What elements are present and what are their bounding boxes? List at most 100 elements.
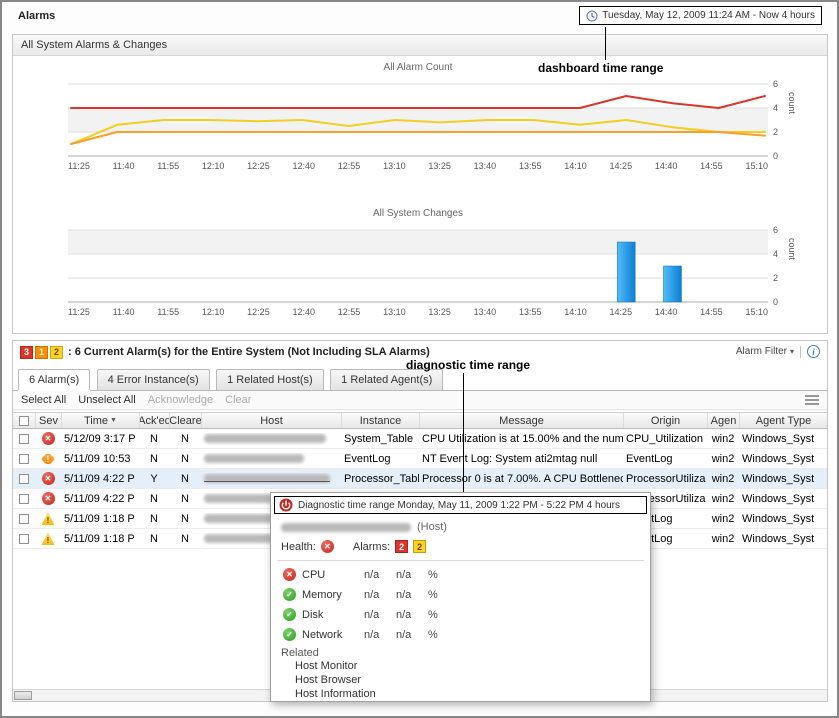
table-row[interactable]: 5/12/09 3:17 P N N System_Table CPU Util… bbox=[13, 429, 827, 449]
col-instance[interactable]: Instance bbox=[341, 413, 419, 428]
row-checkbox[interactable] bbox=[19, 454, 29, 464]
table-row[interactable]: 5/11/09 4:22 P Y N Processor_Tabl Proces… bbox=[13, 469, 827, 489]
col-acked-label: Ack'ed bbox=[139, 415, 169, 427]
annotation-diagnostic-time-range: diagnostic time range bbox=[406, 358, 530, 372]
tab-error-instances[interactable]: 4 Error Instance(s) bbox=[97, 369, 210, 390]
col-agent[interactable]: Agen bbox=[707, 413, 739, 428]
alarm-filter-control[interactable]: Alarm Filter ▾ i bbox=[736, 345, 820, 358]
row-checkbox[interactable] bbox=[19, 494, 29, 504]
x-tick-label: 14:40 bbox=[655, 161, 678, 171]
host-browser-link[interactable]: Host Browser bbox=[295, 674, 650, 687]
metric-value: n/a bbox=[364, 569, 390, 581]
x-tick-label: 13:40 bbox=[474, 161, 497, 171]
col-agent-type[interactable]: Agent Type bbox=[739, 413, 827, 428]
metric-value: n/a bbox=[396, 629, 422, 641]
health-status-icon bbox=[321, 540, 334, 553]
x-tick-label: 11:25 bbox=[68, 161, 90, 171]
unselect-all-button[interactable]: Unselect All bbox=[78, 394, 135, 406]
cell-severity bbox=[35, 454, 61, 464]
info-icon[interactable]: i bbox=[807, 345, 820, 358]
severity-icon bbox=[42, 472, 55, 485]
severity-icon bbox=[42, 532, 55, 545]
metric-unit: % bbox=[428, 589, 438, 601]
metric-value: n/a bbox=[364, 589, 390, 601]
x-tick-label: 12:25 bbox=[247, 161, 270, 171]
clear-button[interactable]: Clear bbox=[225, 394, 251, 406]
col-acked[interactable]: Ack'ed bbox=[139, 413, 169, 428]
row-checkbox[interactable] bbox=[19, 514, 29, 524]
x-tick-label: 14:55 bbox=[700, 161, 723, 171]
x-tick-label: 12:40 bbox=[292, 307, 315, 317]
dashboard-time-range-selector[interactable]: Tuesday, May 12, 2009 11:24 AM - Now 4 h… bbox=[579, 6, 822, 25]
table-row[interactable]: 5/11/09 10:53 N N EventLog NT Event Log:… bbox=[13, 449, 827, 469]
tab-related-agents[interactable]: 1 Related Agent(s) bbox=[330, 369, 443, 390]
col-agent-label: Agen bbox=[711, 415, 737, 427]
network-status-icon bbox=[283, 628, 296, 641]
severity-icon bbox=[42, 512, 55, 525]
cpu-status-icon bbox=[283, 568, 296, 581]
host-name-redacted[interactable] bbox=[204, 434, 326, 443]
col-message[interactable]: Message bbox=[419, 413, 623, 428]
cell-agent: win2 bbox=[707, 473, 739, 485]
y-tick-label: 4 bbox=[773, 103, 778, 113]
row-checkbox[interactable] bbox=[19, 534, 29, 544]
row-checkbox[interactable] bbox=[19, 474, 29, 484]
cell-check bbox=[13, 434, 35, 444]
table-header: Sev Time▼ Ack'ed Cleare Host Instance Me… bbox=[13, 412, 827, 429]
select-all-button[interactable]: Select All bbox=[21, 394, 66, 406]
diagnostic-time-range-header: Diagnostic time range Monday, May 11, 20… bbox=[274, 496, 647, 514]
col-origin[interactable]: Origin bbox=[623, 413, 707, 428]
cell-instance: System_Table bbox=[341, 433, 419, 445]
panel-title: All System Alarms & Changes bbox=[21, 39, 167, 51]
host-monitor-link[interactable]: Host Monitor bbox=[295, 660, 650, 673]
popup-host-line: (Host) bbox=[281, 521, 650, 533]
acknowledge-button[interactable]: Acknowledge bbox=[148, 394, 213, 406]
y-tick-label: 0 bbox=[773, 297, 778, 307]
cell-origin: ProcessorUtiliza bbox=[623, 473, 707, 485]
x-tick-label: 12:10 bbox=[202, 161, 225, 171]
metric-unit: % bbox=[428, 569, 438, 581]
cell-agent-type: Windows_Syst bbox=[739, 473, 827, 485]
scrollbar-thumb[interactable] bbox=[14, 691, 32, 700]
cell-check bbox=[13, 494, 35, 504]
host-name-redacted[interactable] bbox=[204, 474, 330, 483]
x-tick-label: 11:40 bbox=[113, 307, 135, 317]
cell-acked: N bbox=[139, 513, 169, 525]
table-options-icon[interactable] bbox=[805, 395, 819, 407]
host-diagnostic-popup: Diagnostic time range Monday, May 11, 20… bbox=[270, 492, 651, 702]
tab-related-hosts[interactable]: 1 Related Host(s) bbox=[216, 369, 324, 390]
system-changes-y-axis: 6420 bbox=[770, 226, 786, 304]
alarm-count-y-axis: 6420 bbox=[770, 80, 786, 158]
col-cleared[interactable]: Cleare bbox=[169, 413, 201, 428]
cell-cleared: N bbox=[169, 473, 201, 485]
metric-value: n/a bbox=[364, 629, 390, 641]
system-changes-x-axis: 11:2511:4011:5512:1012:2512:4012:5513:10… bbox=[68, 307, 768, 317]
cell-origin: EventLog bbox=[623, 453, 707, 465]
x-tick-label: 11:40 bbox=[113, 161, 135, 171]
y-tick-label: 6 bbox=[773, 79, 778, 89]
cell-time: 5/11/09 4:22 P bbox=[61, 473, 139, 485]
col-sev[interactable]: Sev bbox=[35, 413, 61, 428]
related-label: Related bbox=[281, 647, 650, 659]
host-name-redacted[interactable] bbox=[204, 454, 304, 463]
cell-check bbox=[13, 514, 35, 524]
alarm-filter-label[interactable]: Alarm Filter bbox=[736, 346, 787, 357]
x-tick-label: 14:40 bbox=[655, 307, 678, 317]
col-time-label: Time bbox=[84, 415, 108, 427]
tab-alarms[interactable]: 6 Alarm(s) bbox=[18, 369, 90, 390]
col-origin-label: Origin bbox=[651, 415, 680, 427]
metric-label: CPU bbox=[302, 569, 358, 581]
chevron-down-icon[interactable]: ▾ bbox=[790, 347, 794, 356]
col-time[interactable]: Time▼ bbox=[61, 413, 139, 428]
select-all-checkbox[interactable] bbox=[19, 416, 29, 426]
cell-cleared: N bbox=[169, 533, 201, 545]
severity-icon bbox=[42, 432, 55, 445]
panel-body: All Alarm Count 6420 count 11:2511:4011:… bbox=[13, 56, 827, 333]
host-information-link[interactable]: Host Information bbox=[295, 688, 650, 701]
x-tick-label: 12:10 bbox=[202, 307, 225, 317]
row-checkbox[interactable] bbox=[19, 434, 29, 444]
x-tick-label: 11:55 bbox=[157, 307, 179, 317]
col-host[interactable]: Host bbox=[201, 413, 341, 428]
severity-icon bbox=[41, 454, 55, 464]
cell-host bbox=[201, 473, 341, 485]
